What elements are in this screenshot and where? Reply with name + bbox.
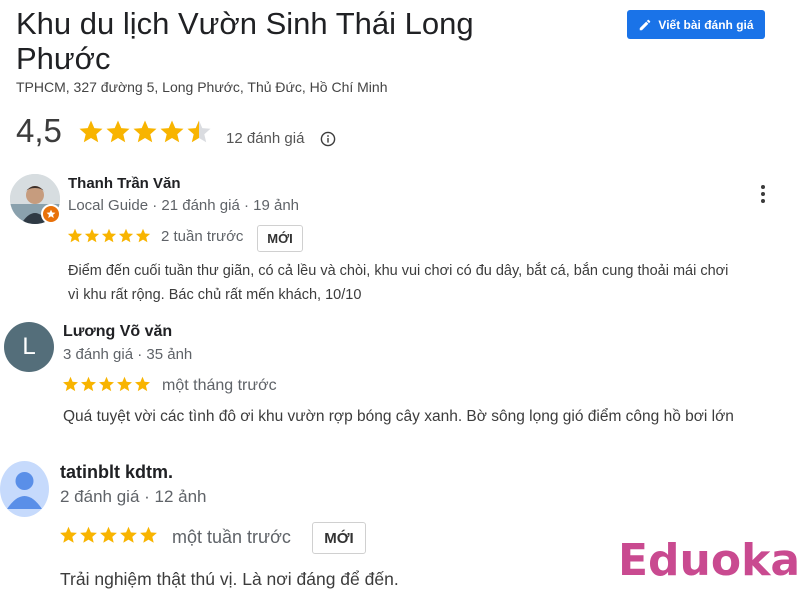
write-review-button[interactable]: Viết bài đánh giá <box>627 10 765 39</box>
info-icon[interactable] <box>320 131 336 147</box>
review-text: Điểm đến cuối tuần thư giãn, có cả lều v… <box>68 263 729 279</box>
star-icon <box>106 120 130 143</box>
star-icon <box>79 120 103 143</box>
reviewer-name[interactable]: Lương Võ văn <box>63 323 172 341</box>
default-user-icon <box>7 472 42 509</box>
star-icon <box>160 120 184 143</box>
star-icon <box>133 120 157 143</box>
review-stars <box>63 376 150 392</box>
reviewer-name[interactable]: tatinblt kdtm. <box>60 462 173 483</box>
avatar-letter: L <box>22 333 36 360</box>
review-text: Quá tuyệt vời các tình đô ơi khu vườn rợ… <box>63 408 734 425</box>
review-text: Trải nghiệm thật thú vị. Là nơi đáng để … <box>60 569 399 589</box>
write-review-label: Viết bài đánh giá <box>658 17 754 32</box>
new-badge: MỚI <box>257 225 303 252</box>
eduoka-watermark-logo: Eduoka <box>618 535 800 586</box>
reviewer-meta: 3 đánh giá · 35 ảnh <box>63 346 193 363</box>
place-title: Khu du lịch Vườn Sinh Thái Long Phước <box>16 6 474 76</box>
local-guide-badge-icon <box>41 204 61 224</box>
review-date: một tuần trước <box>172 527 291 547</box>
reviewer-meta: Local Guide · 21 đánh giá · 19 ảnh <box>68 197 299 214</box>
review-date: một tháng trước <box>162 377 277 394</box>
review-text: vì khu rất rộng. Bác chủ rất mến khách, … <box>68 287 362 303</box>
review-stars <box>60 526 157 543</box>
more-options-icon[interactable] <box>760 184 766 204</box>
half-star-icon <box>187 120 211 143</box>
reviewer-name[interactable]: Thanh Trần Văn <box>68 175 181 192</box>
review-count[interactable]: 12 đánh giá <box>226 130 304 147</box>
new-badge: MỚI <box>312 522 366 554</box>
review-date: 2 tuần trước <box>161 228 244 245</box>
rating-value: 4,5 <box>16 112 62 149</box>
review-stars <box>67 228 151 243</box>
place-address: TPHCM, 327 đường 5, Long Phước, Thủ Đức,… <box>16 79 388 95</box>
rating-stars <box>79 120 211 143</box>
avatar[interactable] <box>0 461 49 517</box>
pencil-icon <box>640 19 651 30</box>
avatar[interactable]: L <box>4 322 54 372</box>
reviewer-meta: 2 đánh giá · 12 ảnh <box>60 487 207 506</box>
